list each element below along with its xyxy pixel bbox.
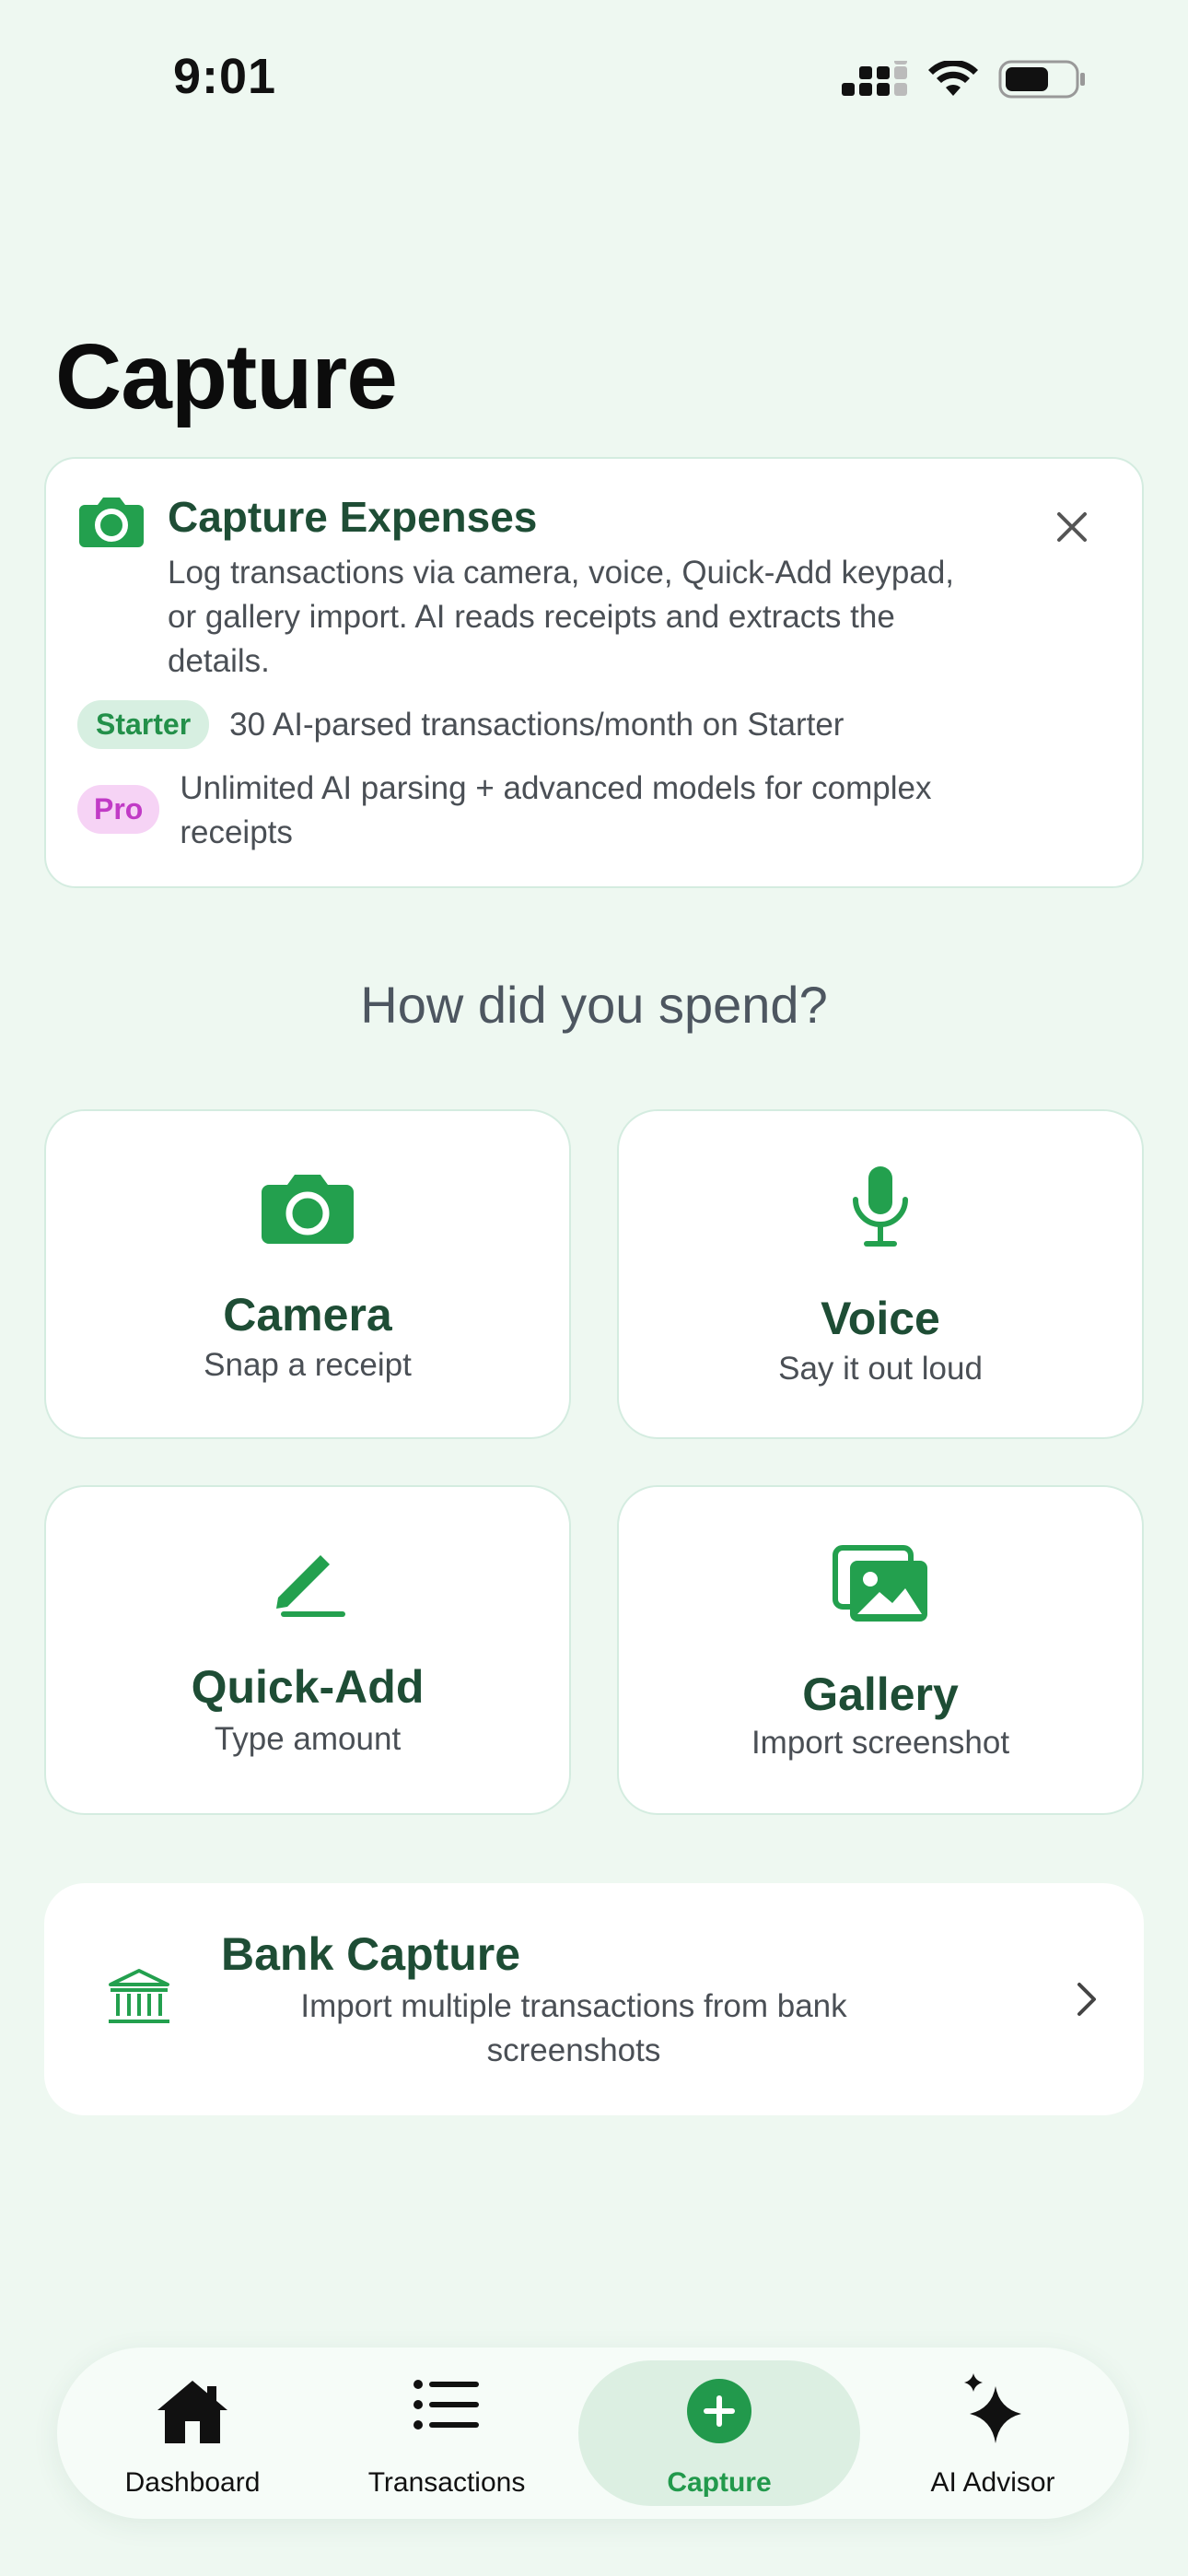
camera-icon [46,1172,569,1246]
wifi-icon [928,61,978,96]
pro-tier-text: Unlimited AI parsing + advanced models f… [180,770,932,850]
page-title: Capture [55,325,398,428]
info-card-description: Log transactions via camera, voice, Quic… [168,555,955,679]
bank-capture-title: Bank Capture [221,1928,521,1980]
starter-badge: Starter [77,700,210,749]
plus-circle-icon [578,2377,860,2445]
microphone-icon [619,1165,1142,1247]
cellular-signal-icon [842,61,907,96]
quick-add-option-sub: Type amount [214,1721,402,1757]
info-card-title: Capture Expenses [168,493,538,541]
tier-row-starter: Starter 30 AI-parsed transactions/month … [77,700,844,749]
status-bar: 9:01 [0,0,1188,157]
list-icon [326,2377,567,2432]
tab-capture[interactable]: Capture [578,2360,860,2506]
tab-dashboard[interactable]: Dashboard [72,2348,313,2519]
tab-label-transactions: Transactions [367,2467,526,2498]
tab-ai-advisor[interactable]: AI Advisor [871,2348,1114,2519]
bank-capture-button[interactable]: Bank Capture Import multiple transaction… [44,1883,1144,2115]
photos-icon [619,1544,1142,1623]
pro-badge: Pro [77,785,160,834]
status-icons [842,59,1087,100]
tier-row-pro: Pro Unlimited AI parsing + advanced mode… [77,767,935,855]
camera-icon [77,494,146,554]
quick-add-option-label: Quick-Add [191,1661,425,1713]
camera-option-sub: Snap a receipt [204,1347,412,1383]
sparkles-icon [871,2371,1114,2445]
tab-label-ai-advisor: AI Advisor [930,2467,1055,2498]
spend-prompt: How did you spend? [360,976,828,1034]
voice-option-button[interactable]: Voice Say it out loud [617,1109,1144,1439]
tab-label-dashboard: Dashboard [124,2467,261,2498]
house-icon [72,2377,313,2447]
capture-info-card: Capture Expenses Log transactions via ca… [44,457,1144,888]
bank-icon [107,1968,171,2032]
gallery-option-button[interactable]: Gallery Import screenshot [617,1485,1144,1815]
close-icon[interactable] [1054,509,1090,545]
gallery-option-label: Gallery [802,1669,959,1720]
bank-capture-description: Import multiple transactions from bank s… [300,1988,847,2068]
camera-option-button[interactable]: Camera Snap a receipt [44,1109,571,1439]
tab-label-capture: Capture [667,2467,772,2498]
quick-add-option-button[interactable]: Quick-Add Type amount [44,1485,571,1815]
voice-option-label: Voice [821,1293,940,1344]
status-time: 9:01 [173,49,277,104]
pencil-icon [46,1551,569,1618]
tab-transactions[interactable]: Transactions [326,2348,567,2519]
camera-option-label: Camera [223,1289,392,1341]
battery-icon [998,60,1085,99]
starter-tier-text: 30 AI-parsed transactions/month on Start… [229,706,844,743]
tab-bar: Dashboard Transactions Capture AI Adviso… [57,2348,1129,2519]
chevron-right-icon [1076,1981,1098,2022]
gallery-option-sub: Import screenshot [751,1725,1010,1761]
voice-option-sub: Say it out loud [778,1351,983,1387]
